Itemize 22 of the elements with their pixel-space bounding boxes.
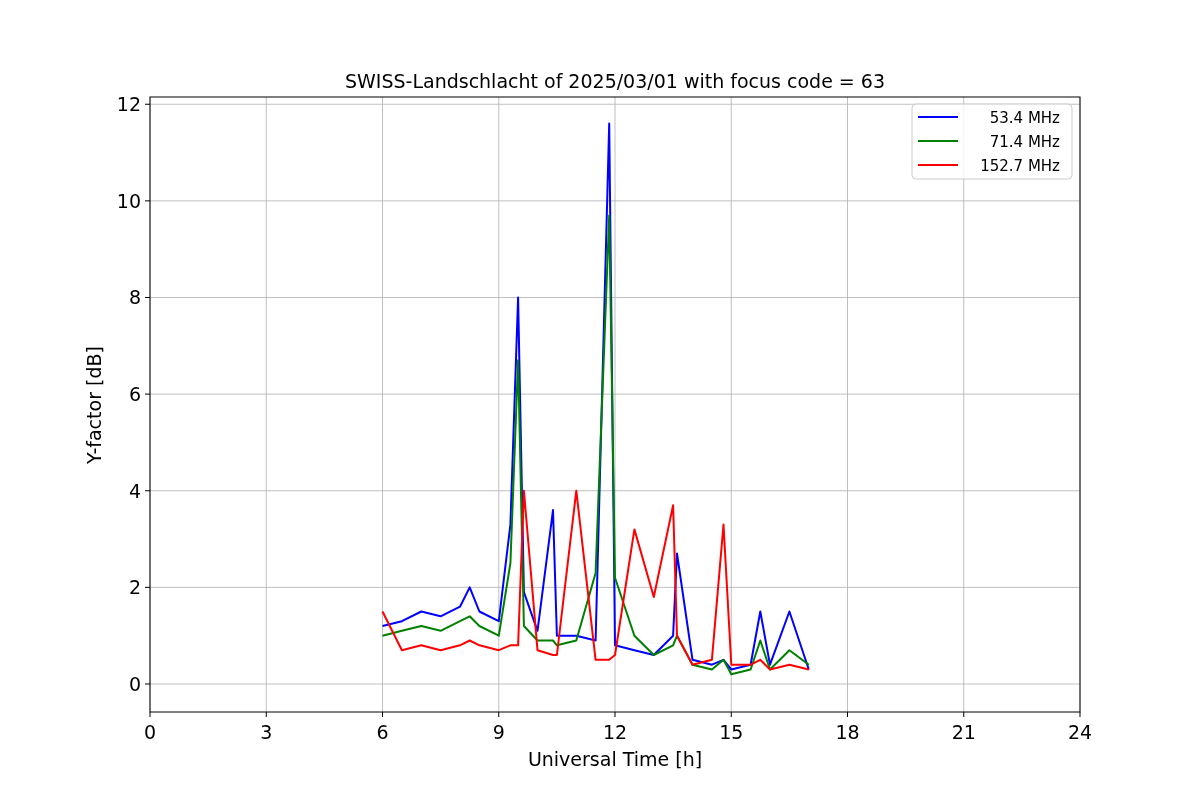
y-axis-label: Y-factor [dB] [83, 346, 105, 464]
x-tick-label: 12 [602, 721, 628, 743]
x-tick-label: 9 [492, 721, 505, 743]
y-tick-label: 12 [116, 93, 141, 116]
x-tick-label: 6 [376, 721, 389, 743]
x-tick-label: 24 [1067, 721, 1093, 743]
y-tick-label: 4 [128, 479, 141, 502]
x-tick-label: 0 [143, 721, 157, 743]
x-tick-label: 21 [951, 721, 976, 743]
x-tick-label: 3 [260, 721, 273, 743]
x-tick-label: 15 [719, 721, 744, 743]
legend-label: 53.4 MHz [989, 109, 1060, 127]
y-tick-label: 0 [128, 673, 141, 695]
y-tick-label: 10 [116, 189, 141, 212]
y-tick-label: 2 [128, 576, 141, 599]
legend-label: 71.4 MHz [989, 133, 1060, 151]
y-tick-label: 8 [128, 286, 141, 309]
x-tick-label: 18 [835, 721, 860, 743]
y-tick-label: 6 [128, 383, 141, 406]
chart-title: SWISS-Landschlacht of 2025/03/01 with focus code = 63 [345, 70, 885, 92]
x-axis-label: Universal Time [h] [527, 748, 703, 770]
legend-label: 152.7 MHz [980, 157, 1060, 175]
